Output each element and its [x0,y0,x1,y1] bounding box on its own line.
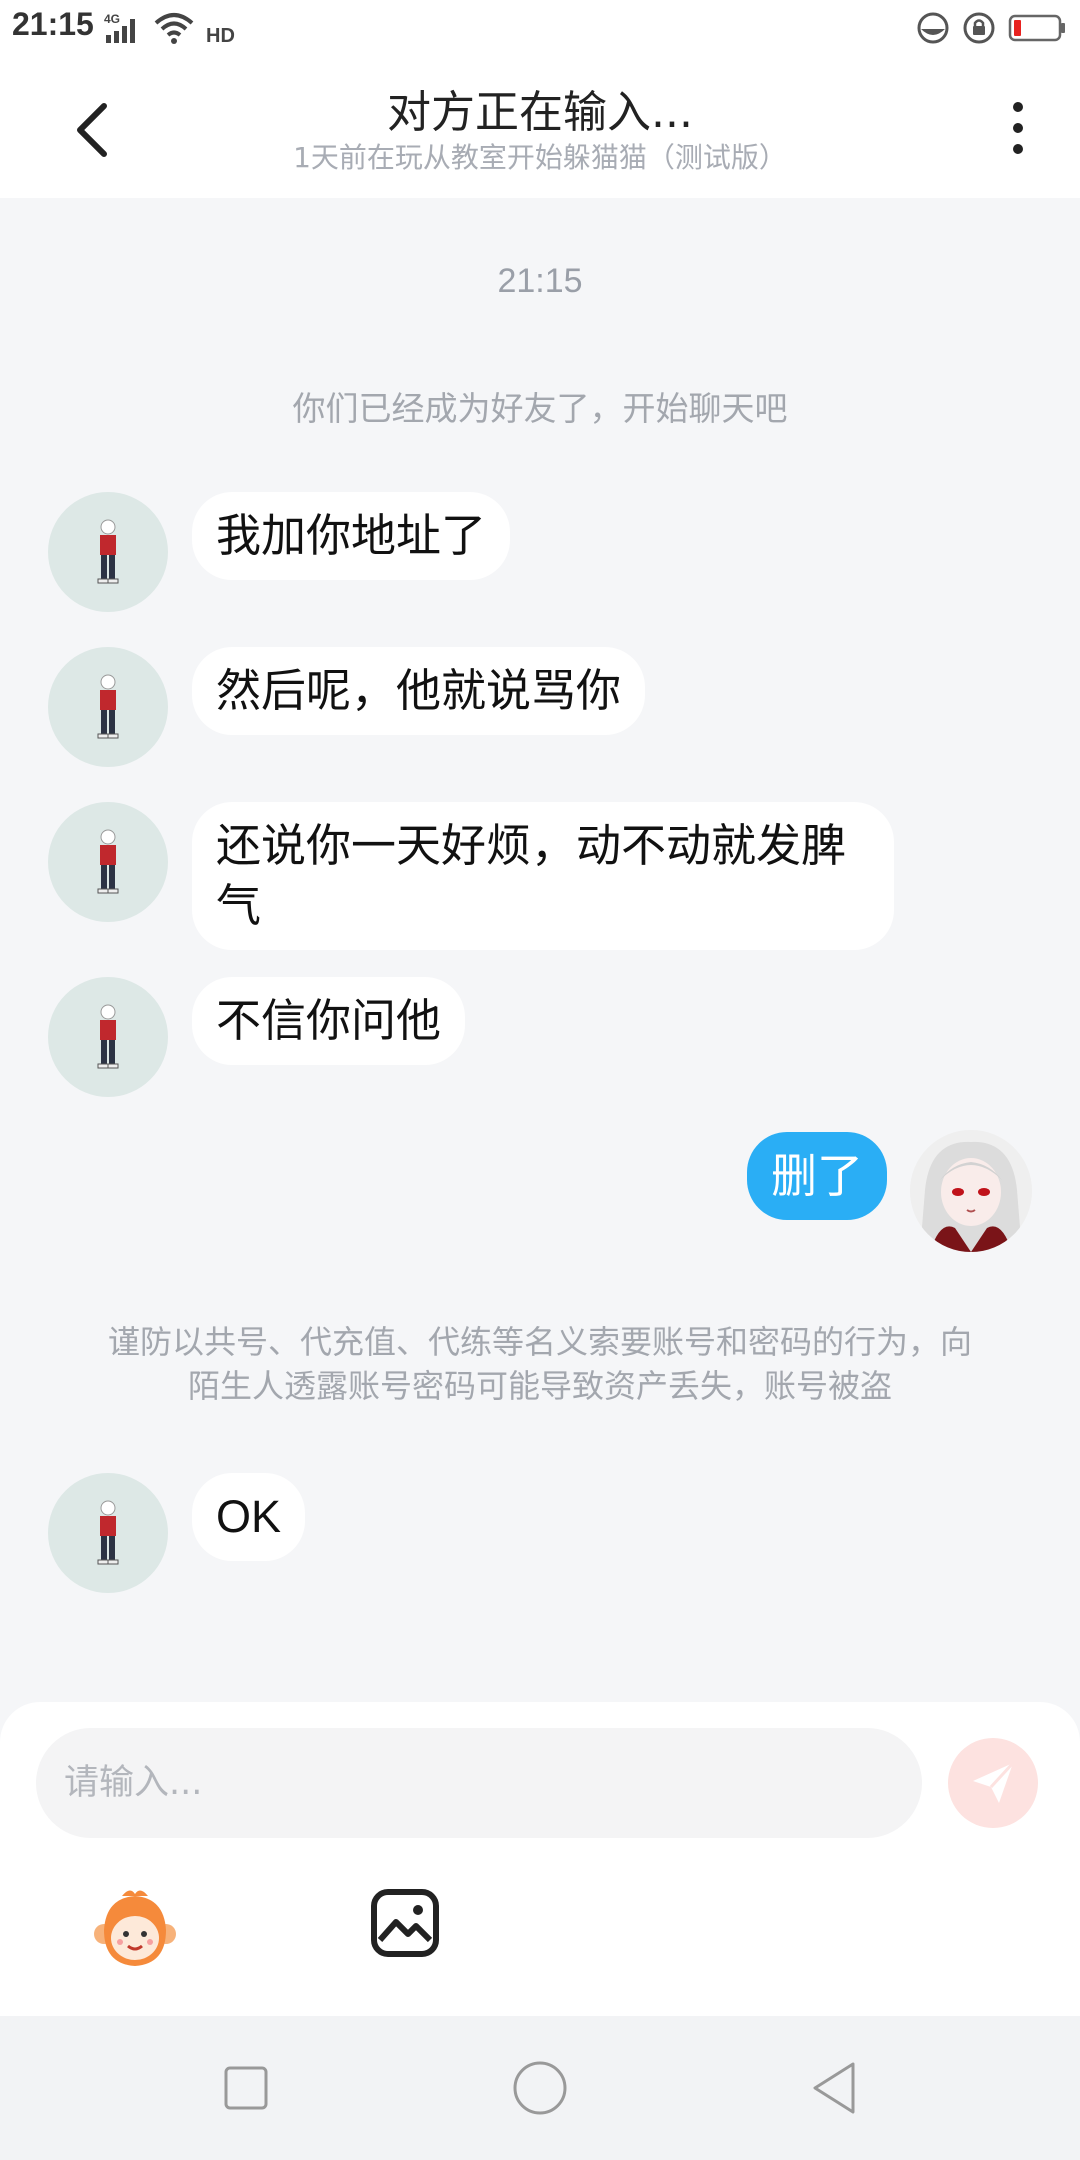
recent-apps-button[interactable] [214,2056,278,2120]
security-warning: 谨防以共号、代充值、代练等名义索要账号和密码的行为，向陌生人透露账号密码可能导致… [107,1323,972,1405]
send-icon [973,1761,1015,1803]
anime-girl-avatar-icon [910,1130,1032,1252]
status-bar: 21:15 4G HD [0,0,1080,56]
square-icon [224,2066,268,2110]
battery-icon [1008,14,1065,42]
chat-timestamp: 21:15 [497,262,583,300]
hd-icon: HD [206,25,235,45]
friend-avatar[interactable] [48,492,168,612]
more-vertical-icon [1013,102,1023,112]
character-avatar-icon [97,829,119,894]
character-avatar-icon [97,519,119,584]
svg-text:HD: HD [206,25,235,45]
status-left-icons: 4G HD [104,8,242,48]
page-title: 对方正在输入... [387,87,693,138]
more-options-button[interactable] [996,96,1040,160]
back-nav-button[interactable] [802,2056,866,2120]
friend-avatar[interactable] [48,802,168,922]
page-subtitle: 1天前在玩从教室开始躲猫猫（测试版） [293,141,787,174]
message-bubble-incoming[interactable]: 还说你一天好烦，动不动就发脾气 [192,802,894,950]
image-button[interactable] [370,1888,440,1958]
send-button[interactable] [948,1738,1038,1828]
status-right-icons [916,8,1066,48]
message-bubble-outgoing[interactable]: 删了 [747,1132,887,1220]
message-bubble-incoming[interactable]: OK [192,1473,306,1561]
message-bubble-incoming[interactable]: 我加你地址了 [192,492,511,580]
monkey-emoji-icon [94,1890,176,1966]
eye-comfort-icon [917,12,949,44]
character-avatar-icon [97,1500,119,1565]
my-avatar[interactable] [910,1130,1032,1252]
message-bubble-incoming[interactable]: 然后呢，他就说骂你 [192,647,646,735]
friend-avatar[interactable] [48,647,168,767]
circle-icon [513,2061,567,2115]
character-avatar-icon [97,1004,119,1069]
friend-avatar[interactable] [48,1473,168,1593]
svg-text:4G: 4G [104,12,120,26]
message-input[interactable] [36,1728,922,1838]
image-icon [371,1889,439,1957]
rotation-lock-icon [963,12,995,44]
wifi-icon [154,13,194,44]
friend-avatar[interactable] [48,977,168,1097]
character-avatar-icon [97,674,119,739]
system-nav-bar [0,2016,1080,2160]
signal-4g-icon: 4G [104,12,135,43]
system-note: 你们已经成为好友了，开始聊天吧 [292,389,788,428]
home-button[interactable] [508,2056,572,2120]
input-panel [0,1702,1080,2016]
message-bubble-incoming[interactable]: 不信你问他 [192,977,466,1065]
status-time: 21:15 [12,6,94,42]
emoji-button[interactable] [90,1884,180,1974]
triangle-back-icon [813,2062,855,2114]
chat-header: 对方正在输入... 1天前在玩从教室开始躲猫猫（测试版） [0,56,1080,198]
